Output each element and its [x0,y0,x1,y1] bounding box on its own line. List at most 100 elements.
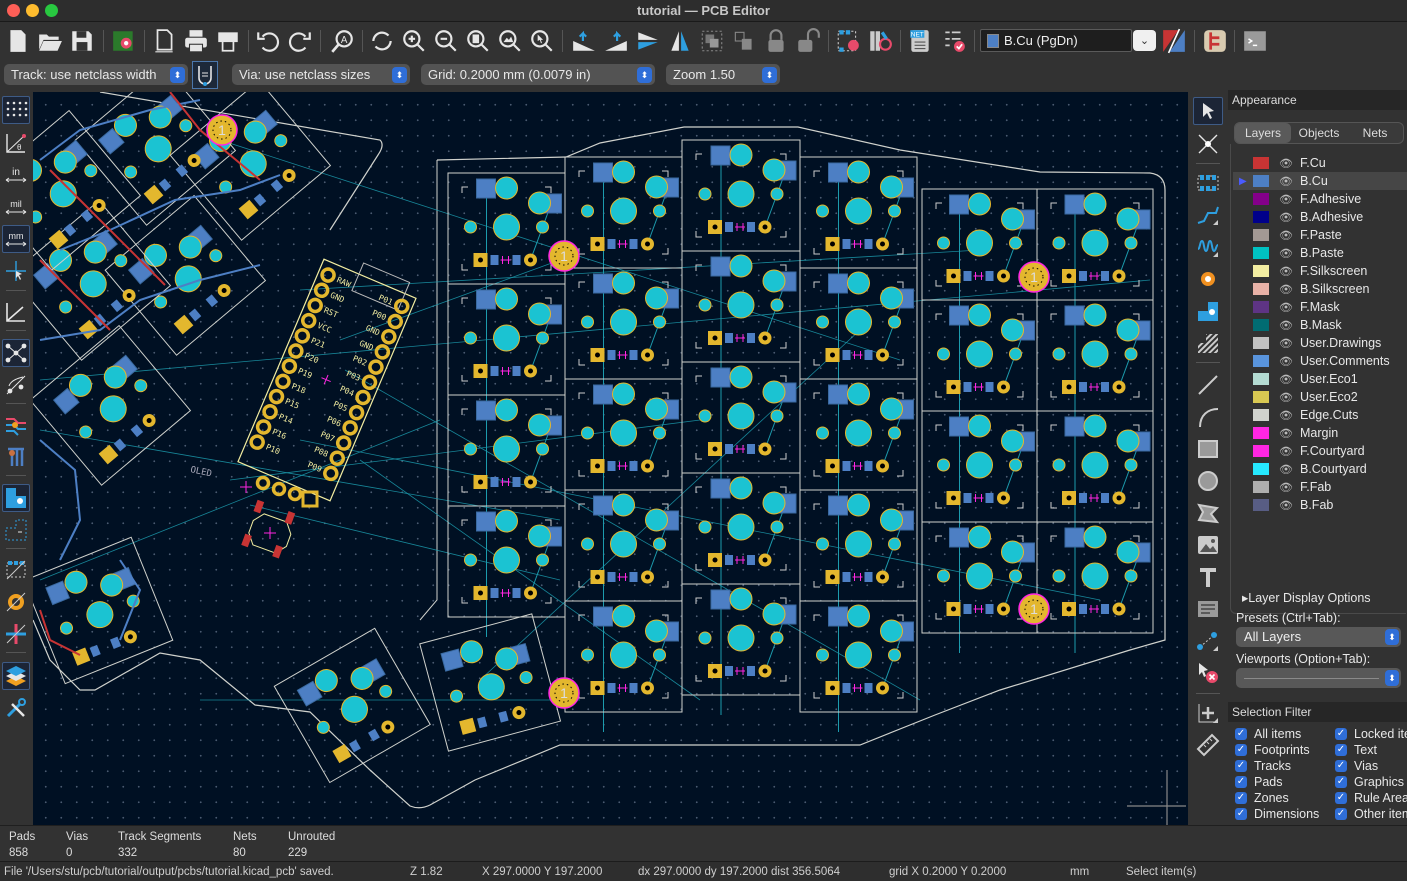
layer-color-swatch[interactable] [1253,445,1269,457]
layer-row[interactable]: 👁 B.Fab [1233,496,1407,514]
layer-color-swatch[interactable] [1253,427,1269,439]
selection-filter-checkbox[interactable]: ✓ Rule Areas [1335,790,1407,806]
angle-snap-button[interactable] [2,298,30,326]
redraw-button[interactable] [368,27,396,55]
layer-color-swatch[interactable] [1253,193,1269,205]
layer-row[interactable]: 👁 B.Adhesive [1233,208,1407,226]
full-crosshair-button[interactable] [2,257,30,285]
visibility-eye-icon[interactable]: 👁 [1279,373,1293,386]
add-textbox-button[interactable] [1193,595,1223,623]
flip-button[interactable] [634,27,662,55]
polar-coords-button[interactable]: θ [2,129,30,157]
curved-ratsnest-button[interactable] [2,371,30,399]
drc-button[interactable] [940,27,968,55]
add-via-button[interactable] [1193,265,1223,293]
delete-tool-button[interactable] [1193,659,1223,687]
save-board-button[interactable] [68,27,96,55]
visibility-eye-icon[interactable]: 👁 [1279,247,1293,260]
layer-color-swatch[interactable] [1253,229,1269,241]
footprint-browser-button[interactable] [866,27,894,55]
net-color-mode-button[interactable] [2,443,30,471]
appearance-panel-toggle[interactable] [2,662,30,690]
add-zone-button[interactable] [1193,297,1223,325]
active-layer-dropdown-button[interactable]: ⌄ [1133,30,1156,51]
visibility-eye-icon[interactable]: 👁 [1279,499,1293,512]
ungroup-button[interactable] [730,27,758,55]
via-size-select[interactable]: Via: use netclass sizes ⬍ [232,64,410,85]
zoom-select[interactable]: Zoom 1.50 ⬍ [666,64,780,85]
undo-button[interactable] [254,27,282,55]
visibility-eye-icon[interactable]: 👁 [1279,391,1293,404]
pcb-canvas[interactable]: RAW P01 GND P00 RST GND VCC GND P21 P02 P20 P03 P19 P… [33,92,1188,825]
add-footprint-button[interactable] [1193,169,1223,197]
rotate-ccw-button[interactable] [570,27,598,55]
tune-length-button[interactable] [1193,233,1223,261]
draw-circle-button[interactable] [1193,467,1223,495]
presets-select[interactable]: All Layers ⬍ [1236,627,1401,647]
selection-filter-checkbox[interactable]: ✓ Pads [1235,774,1283,790]
footprint-editor-button[interactable] [834,27,862,55]
layer-row[interactable]: 👁 F.Silkscreen [1233,262,1407,280]
layer-row[interactable]: 👁 B.Paste [1233,244,1407,262]
open-board-button[interactable] [36,27,64,55]
layer-color-swatch[interactable] [1253,265,1269,277]
layer-row[interactable]: 👁 User.Eco2 [1233,388,1407,406]
layer-color-swatch[interactable] [1253,499,1269,511]
viewports-select[interactable]: ⬍ [1236,668,1401,688]
pads-sketch-button[interactable] [2,556,30,584]
layer-pair-button[interactable] [1160,27,1188,55]
layer-row[interactable]: 👁 User.Comments [1233,352,1407,370]
local-ratsnest-button[interactable] [1193,130,1223,158]
layer-row[interactable]: ▶ 👁 B.Cu [1233,172,1407,190]
layer-color-swatch[interactable] [1253,409,1269,421]
grid-select[interactable]: Grid: 0.2000 mm (0.0079 in) ⬍ [421,64,655,85]
auto-track-width-toggle[interactable] [192,61,218,89]
measure-tool-button[interactable] [1193,731,1223,759]
visibility-eye-icon[interactable]: 👁 [1279,283,1293,296]
zoom-fit-objects-button[interactable] [496,27,524,55]
visibility-eye-icon[interactable]: 👁 [1279,211,1293,224]
add-text-button[interactable] [1193,563,1223,591]
draw-line-button[interactable] [1193,371,1223,399]
set-origin-button[interactable] [1193,699,1223,727]
units-inches-button[interactable]: in [2,161,30,189]
draw-polygon-button[interactable] [1193,499,1223,527]
redo-button[interactable] [286,27,314,55]
mirror-button[interactable] [666,27,694,55]
layer-row[interactable]: 👁 Margin [1233,424,1407,442]
draw-arc-button[interactable] [1193,403,1223,431]
selection-filter-checkbox[interactable]: ✓ Dimensions [1235,806,1319,822]
layer-row[interactable]: 👁 Edge.Cuts [1233,406,1407,424]
track-width-select[interactable]: Track: use netclass width ⬍ [4,64,188,85]
highlight-net-button[interactable] [2,411,30,439]
add-dimension-button[interactable] [1193,627,1223,655]
layer-color-swatch[interactable] [1253,391,1269,403]
update-pcb-from-schematic-button[interactable]: NET [906,27,934,55]
board-setup-button[interactable] [110,27,138,55]
selection-filter-checkbox[interactable]: ✓ All items [1235,726,1301,742]
selection-filter-checkbox[interactable]: ✓ Tracks [1235,758,1291,774]
visibility-eye-icon[interactable]: 👁 [1279,301,1293,314]
zoom-out-button[interactable] [432,27,460,55]
selection-filter-checkbox[interactable]: ✓ Zones [1235,790,1289,806]
layer-row[interactable]: 👁 F.Mask [1233,298,1407,316]
unlock-button[interactable] [794,27,822,55]
layer-color-swatch[interactable] [1253,247,1269,259]
layer-row[interactable]: 👁 User.Eco1 [1233,370,1407,388]
visibility-eye-icon[interactable]: 👁 [1279,481,1293,494]
scripting-console-button[interactable] [1241,27,1269,55]
selection-filter-checkbox[interactable]: ✓ Locked items [1335,726,1407,742]
layer-row[interactable]: 👁 User.Drawings [1233,334,1407,352]
layer-display-options-toggle[interactable]: ▸Layer Display Options [1242,590,1371,605]
layer-row[interactable]: 👁 F.Fab [1233,478,1407,496]
group-button[interactable] [698,27,726,55]
visibility-eye-icon[interactable]: 👁 [1279,229,1293,242]
layer-color-swatch[interactable] [1253,301,1269,313]
plot-button[interactable] [214,27,242,55]
visibility-eye-icon[interactable]: 👁 [1279,427,1293,440]
select-tool-button[interactable] [1193,97,1223,125]
properties-panel-toggle[interactable] [2,694,30,722]
selection-filter-checkbox[interactable]: ✓ Other items [1335,806,1407,822]
selection-filter-checkbox[interactable]: ✓ Footprints [1235,742,1310,758]
layer-row[interactable]: 👁 B.Mask [1233,316,1407,334]
